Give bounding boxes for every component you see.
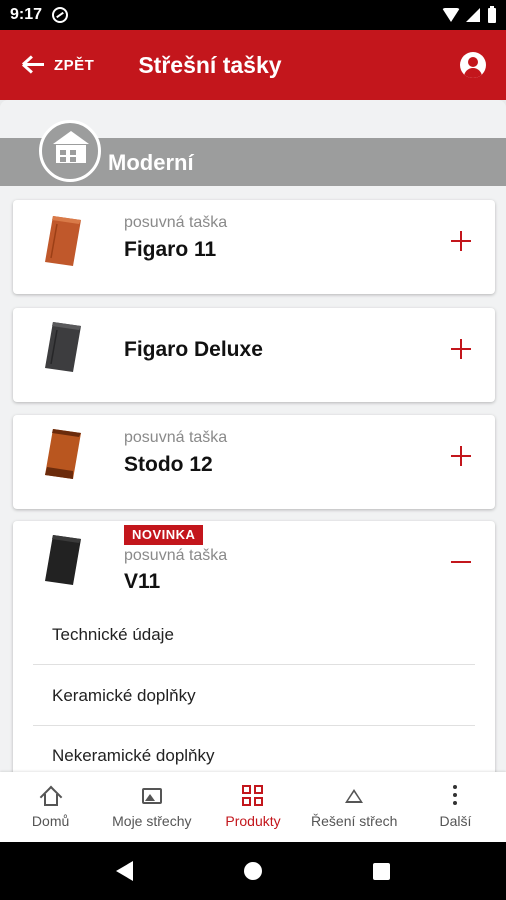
back-label: ZPĚT	[54, 56, 95, 74]
page-title: Střešní tašky	[138, 51, 282, 78]
product-subtitle: posuvná taška	[124, 547, 228, 564]
data-saver-icon	[52, 7, 69, 23]
system-back-icon[interactable]	[115, 861, 133, 881]
battery-icon	[488, 5, 496, 23]
content-area[interactable]: Moderní posuvná taška Figaro 11 Figaro D…	[0, 100, 506, 772]
account-icon[interactable]	[460, 52, 486, 78]
roof-tile-image	[45, 216, 81, 266]
system-home-icon[interactable]	[243, 862, 262, 880]
home-icon	[39, 785, 62, 809]
roof-tile-image	[45, 535, 81, 585]
status-bar: 9:17	[0, 0, 506, 30]
back-button[interactable]: ZPĚT	[21, 55, 95, 75]
more-vertical-icon	[444, 785, 466, 805]
product-card-figaro-11[interactable]: posuvná taška Figaro 11	[13, 200, 495, 294]
product-subtitle: posuvná taška	[124, 429, 228, 446]
submenu-ceramic-accessories[interactable]: Keramické doplňky	[33, 666, 475, 726]
product-card-v11[interactable]: NOVINKA posuvná taška V11 Technické údaj…	[13, 521, 495, 772]
product-name: Figaro 11	[124, 238, 217, 261]
system-navigation-bar	[0, 842, 506, 900]
status-icons	[442, 5, 496, 23]
house-icon	[39, 120, 101, 182]
system-recents-icon[interactable]	[373, 862, 391, 880]
roof-tile-image	[45, 429, 81, 479]
plus-icon[interactable]	[451, 446, 471, 466]
section-title: Moderní	[108, 150, 194, 175]
product-name: V11	[124, 570, 161, 593]
nav-more[interactable]: Další	[405, 772, 506, 842]
nav-label: Moje střechy	[112, 813, 192, 829]
nav-my-roofs[interactable]: Moje střechy	[101, 772, 202, 842]
wifi-icon	[442, 8, 460, 22]
nav-products[interactable]: Produkty	[202, 772, 303, 842]
submenu-non-ceramic-accessories[interactable]: Nekeramické doplňky	[33, 726, 475, 772]
nav-roof-solutions[interactable]: Řešení střech	[304, 772, 405, 842]
triangle-icon	[345, 789, 364, 803]
minus-icon[interactable]	[451, 552, 471, 572]
arrow-left-icon	[21, 55, 46, 75]
nav-label: Domů	[31, 813, 70, 829]
nav-label: Řešení střech	[311, 813, 398, 829]
new-badge: NOVINKA	[124, 525, 204, 545]
bottom-navigation: Domů Moje střechy Produkty Řešení střech…	[0, 772, 506, 842]
nav-home[interactable]: Domů	[0, 772, 101, 842]
product-subtitle: posuvná taška	[124, 214, 228, 231]
content-sheet: Moderní posuvná taška Figaro 11 Figaro D…	[0, 100, 506, 772]
product-name: Stodo 12	[124, 453, 213, 476]
grid-icon	[242, 785, 264, 807]
plus-icon[interactable]	[451, 339, 471, 359]
plus-icon[interactable]	[451, 231, 471, 251]
roof-tile-image	[45, 322, 81, 372]
signal-icon	[466, 8, 480, 22]
product-name: Figaro Deluxe	[124, 338, 263, 361]
nav-label: Další	[439, 813, 472, 829]
status-time: 9:17	[10, 6, 43, 23]
submenu-technical-data[interactable]: Technické údaje	[33, 605, 475, 665]
product-card-stodo-12[interactable]: posuvná taška Stodo 12	[13, 415, 495, 509]
app-bar: ZPĚT Střešní tašky	[0, 30, 506, 100]
product-card-figaro-deluxe[interactable]: Figaro Deluxe	[13, 308, 495, 402]
image-icon	[141, 785, 163, 807]
nav-label: Produkty	[225, 813, 281, 829]
